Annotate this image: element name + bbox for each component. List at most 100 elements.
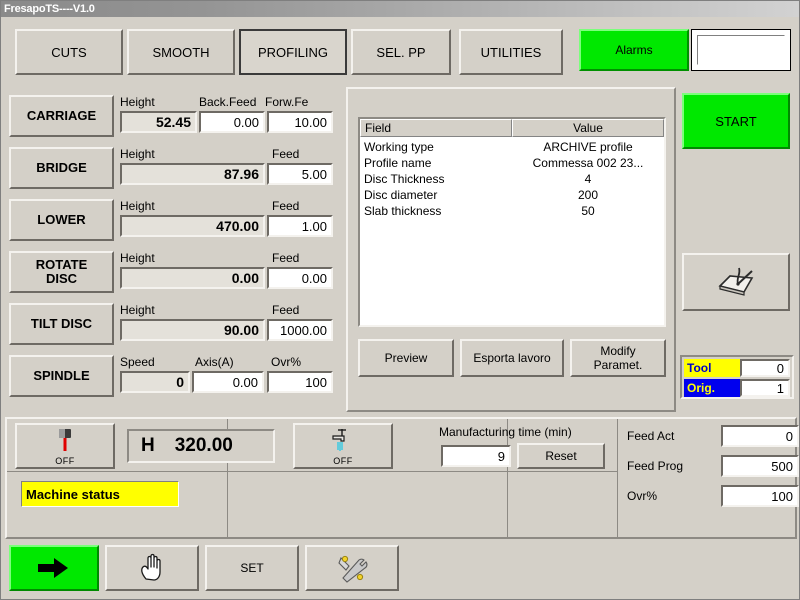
- axis-row-spindle: SPINDLE Speed Axis(A) Ovr% 0 0.00 100: [7, 347, 342, 399]
- preview-button[interactable]: Preview: [358, 339, 454, 377]
- modify-parameters-button[interactable]: Modify Paramet.: [570, 339, 666, 377]
- run-mode-button[interactable]: [9, 545, 99, 591]
- start-button[interactable]: START: [682, 93, 790, 149]
- row-value: ARCHIVE profile: [543, 140, 633, 154]
- tab-smooth[interactable]: SMOOTH: [127, 29, 235, 75]
- lower-height-value: 470.00: [120, 215, 265, 237]
- table-row[interactable]: Slab thickness 50: [360, 204, 664, 220]
- water-toggle-button[interactable]: OFF: [293, 423, 393, 469]
- rotate-feed-input[interactable]: 0.00: [267, 267, 333, 289]
- bridge-height-value: 87.96: [120, 163, 265, 185]
- bridge-button[interactable]: BRIDGE: [9, 147, 114, 189]
- lower-feed-input[interactable]: 1.00: [267, 215, 333, 237]
- axis-row-carriage: CARRIAGE Height Back.Feed Forw.Fe 52.45 …: [7, 87, 342, 139]
- ovr-label: Ovr%: [627, 489, 657, 503]
- spindle-ovr-input[interactable]: 100: [267, 371, 333, 393]
- spindle-state-label: OFF: [55, 455, 75, 466]
- carriage-backfeed-input[interactable]: 0.00: [199, 111, 265, 133]
- spindle-button[interactable]: SPINDLE: [9, 355, 114, 397]
- feed-prog-input[interactable]: 500: [721, 455, 799, 477]
- carriage-forwfeed-label: Forw.Fe: [265, 95, 309, 109]
- feed-prog-label: Feed Prog: [627, 459, 684, 473]
- axis-row-bridge: BRIDGE Height Feed 87.96 5.00: [7, 139, 342, 191]
- tab-profiling[interactable]: PROFILING: [239, 29, 347, 75]
- tool-label: Tool: [684, 359, 740, 377]
- slab-engraving-icon: [718, 267, 754, 296]
- h-prefix: H: [141, 435, 155, 456]
- row-field: Profile name: [364, 156, 432, 170]
- manufacturing-time-label: Manufacturing time (min): [439, 425, 572, 439]
- rotate-height-value: 0.00: [120, 267, 265, 289]
- tool-row: Tool 0: [684, 359, 790, 377]
- export-job-button[interactable]: Esporta lavoro: [460, 339, 564, 377]
- lower-button[interactable]: LOWER: [9, 199, 114, 241]
- origin-value-input[interactable]: 1: [740, 379, 790, 397]
- rotate-height-label: Height: [120, 251, 155, 265]
- h-height-display: H 320.00: [127, 429, 275, 463]
- tilt-height-label: Height: [120, 303, 155, 317]
- job-info-panel: Field Value Working type ARCHIVE profile…: [346, 87, 676, 412]
- table-row[interactable]: Disc diameter 200: [360, 188, 664, 204]
- spindle-axis-input[interactable]: 0.00: [192, 371, 264, 393]
- table-row[interactable]: Working type ARCHIVE profile: [360, 140, 664, 156]
- spindle-toggle-button[interactable]: OFF: [15, 423, 115, 469]
- spindle-speed-label: Speed: [120, 355, 155, 369]
- carriage-button[interactable]: CARRIAGE: [9, 95, 114, 137]
- row-field: Working type: [364, 140, 434, 154]
- status-divider-3: [617, 419, 618, 537]
- tab-cuts[interactable]: CUTS: [15, 29, 123, 75]
- set-button[interactable]: SET: [205, 545, 299, 591]
- axis-control-panel: CARRIAGE Height Back.Feed Forw.Fe 52.45 …: [7, 87, 342, 412]
- reset-button[interactable]: Reset: [517, 443, 605, 469]
- h-value: 320.00: [174, 435, 233, 456]
- alarms-button[interactable]: Alarms: [579, 29, 689, 71]
- tilt-disc-button[interactable]: TILT DISC: [9, 303, 114, 345]
- rotate-feed-label: Feed: [272, 251, 300, 265]
- right-control-panel: START Tool 0 Orig. 1: [680, 87, 796, 412]
- row-value: 50: [581, 204, 595, 218]
- tab-utilities[interactable]: UTILITIES: [459, 29, 563, 75]
- slab-engraving-icon-button[interactable]: [682, 253, 790, 311]
- tool-value-input[interactable]: 0: [740, 359, 790, 377]
- water-state-label: OFF: [333, 455, 353, 466]
- carriage-height-value: 52.45: [120, 111, 197, 133]
- axis-row-tilt-disc: TILT DISC Height Feed 90.00 1000.00: [7, 295, 342, 347]
- lower-feed-label: Feed: [272, 199, 300, 213]
- tools-settings-button[interactable]: [305, 545, 399, 591]
- rotate-disc-label-line2: DISC: [45, 271, 78, 286]
- tab-sel-pp[interactable]: SEL. PP: [351, 29, 451, 75]
- status-bar: OFF H 320.00 OFF Manufacturing time (min…: [5, 417, 799, 539]
- hand-icon: [141, 553, 161, 581]
- row-value: Commessa 002 23...: [532, 156, 644, 170]
- row-value: 4: [584, 172, 592, 186]
- table-row[interactable]: Profile name Commessa 002 23...: [360, 156, 664, 172]
- bridge-feed-input[interactable]: 5.00: [267, 163, 333, 185]
- row-field: Disc Thickness: [364, 172, 445, 186]
- rotate-disc-button[interactable]: ROTATE DISC: [9, 251, 114, 293]
- carriage-backfeed-label: Back.Feed: [199, 95, 257, 109]
- axis-row-rotate-disc: ROTATE DISC Height Feed 0.00 0.00: [7, 243, 342, 295]
- tilt-feed-label: Feed: [272, 303, 300, 317]
- origin-row: Orig. 1: [684, 379, 790, 397]
- spindle-tool-icon: [59, 428, 71, 451]
- column-header-field: Field: [360, 119, 512, 137]
- ovr-input[interactable]: 100: [721, 485, 799, 507]
- job-parameters-table[interactable]: Field Value Working type ARCHIVE profile…: [358, 117, 666, 327]
- manual-mode-button[interactable]: [105, 545, 199, 591]
- manufacturing-time-input[interactable]: 9: [441, 445, 511, 467]
- row-field: Disc diameter: [364, 188, 438, 202]
- modify-label-line1: Modify: [600, 344, 636, 358]
- axis-row-lower: LOWER Height Feed 470.00 1.00: [7, 191, 342, 243]
- spindle-ovr-label: Ovr%: [271, 355, 301, 369]
- modify-label-line2: Paramet.: [593, 358, 643, 372]
- bridge-feed-label: Feed: [272, 147, 300, 161]
- alarms-message-field[interactable]: [691, 29, 791, 71]
- title-bar: FresapoTS----V1.0: [1, 1, 799, 17]
- tilt-feed-input[interactable]: 1000.00: [267, 319, 333, 341]
- tilt-height-value: 90.00: [120, 319, 265, 341]
- row-field: Slab thickness: [364, 204, 442, 218]
- carriage-forwfeed-input[interactable]: 10.00: [267, 111, 333, 133]
- bridge-height-label: Height: [120, 147, 155, 161]
- status-divider-h: [7, 471, 617, 472]
- table-row[interactable]: Disc Thickness 4: [360, 172, 664, 188]
